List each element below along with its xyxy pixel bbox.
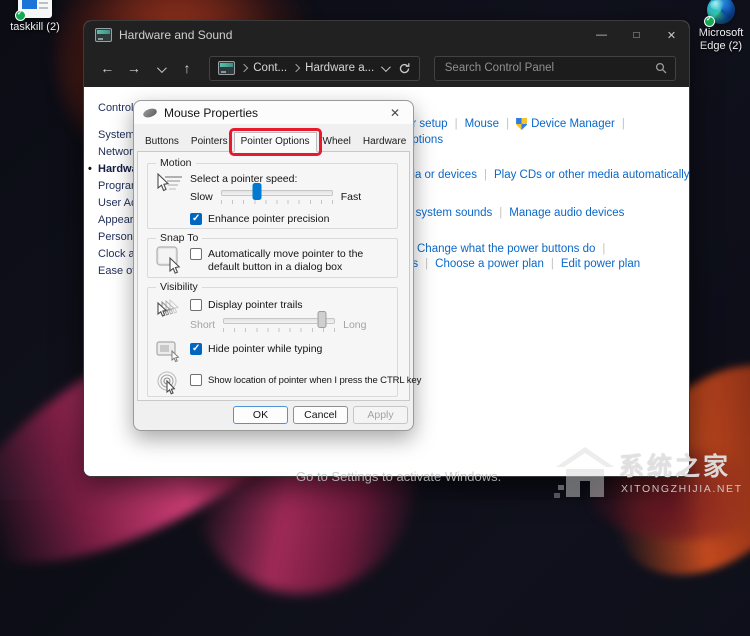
taskkill-file-icon bbox=[15, 0, 52, 21]
address-bar[interactable]: Cont... Hardware a... bbox=[209, 55, 420, 81]
link-choose-power-plan[interactable]: Choose a power plan bbox=[435, 258, 544, 270]
visibility-group: Visibility Display pointer trails Short … bbox=[147, 281, 421, 397]
window-title: Hardware and Sound bbox=[119, 28, 233, 42]
xitongzhijia-watermark-cn: 系统之家 bbox=[619, 453, 732, 481]
tab-pointer-options-label: Pointer Options bbox=[240, 136, 310, 147]
sonar-pointer-icon bbox=[157, 371, 177, 395]
tab-wheel[interactable]: Wheel bbox=[317, 132, 357, 151]
pointer-speed-icon bbox=[157, 173, 182, 192]
sonar-label: Show location of pointer when I press th… bbox=[208, 375, 422, 386]
link-play-cds[interactable]: Play CDs or other media automatically bbox=[494, 169, 689, 181]
dialog-footer: OK Cancel Apply bbox=[134, 401, 413, 430]
forward-button[interactable]: → bbox=[124, 60, 145, 76]
search-icon[interactable] bbox=[655, 62, 667, 74]
breadcrumb-control-panel[interactable]: Cont... bbox=[253, 62, 287, 74]
display-trails-label: Display pointer trails bbox=[208, 299, 303, 311]
minimize-button[interactable]: — bbox=[584, 21, 619, 49]
enhance-precision-checkbox[interactable] bbox=[190, 213, 202, 225]
xitongzhijia-watermark-site: XITONGZHIJIA.NET bbox=[621, 483, 743, 495]
breadcrumb-separator-icon bbox=[240, 63, 249, 73]
pointer-speed-slider[interactable] bbox=[220, 190, 333, 196]
hide-pointer-label: Hide pointer while typing bbox=[208, 343, 323, 355]
link-device-manager[interactable]: Device Manager bbox=[531, 118, 615, 130]
dialog-title: Mouse Properties bbox=[164, 105, 259, 120]
visibility-legend: Visibility bbox=[156, 281, 202, 293]
hide-pointer-icon bbox=[156, 341, 180, 363]
dialog-tab-strip: Buttons Pointers Pointer Options Wheel H… bbox=[134, 124, 413, 156]
dialog-close-icon[interactable]: ✕ bbox=[386, 106, 404, 120]
slider-long-label: Long bbox=[343, 319, 367, 331]
recent-pages-chevron-icon[interactable] bbox=[150, 60, 171, 76]
link-manage-audio-devices[interactable]: Manage audio devices bbox=[509, 207, 624, 219]
slider-slow-label: Slow bbox=[190, 191, 213, 203]
snap-to-icon bbox=[156, 246, 181, 274]
tab-buttons[interactable]: Buttons bbox=[139, 132, 185, 151]
pointer-speed-slider-thumb[interactable] bbox=[252, 183, 262, 200]
trail-length-slider-thumb bbox=[317, 311, 327, 328]
address-dropdown-chevron-icon[interactable] bbox=[380, 61, 391, 72]
hide-pointer-checkbox[interactable] bbox=[190, 343, 202, 355]
slider-tick-marks bbox=[220, 200, 333, 204]
snap-to-checkbox[interactable] bbox=[190, 248, 202, 260]
close-button[interactable]: ✕ bbox=[654, 21, 689, 49]
xitongzhijia-logo bbox=[554, 447, 614, 498]
display-trails-checkbox[interactable] bbox=[190, 299, 202, 311]
sync-check-badge bbox=[704, 15, 715, 27]
snap-to-group: Snap To Automatically move pointer to th… bbox=[147, 232, 398, 278]
slider-short-label: Short bbox=[190, 319, 216, 331]
link-system-sounds[interactable]: e system sounds bbox=[406, 207, 492, 219]
link-media-or-devices[interactable]: dia or devices bbox=[406, 169, 477, 181]
desktop-icon-edge[interactable]: Microsoft Edge (2) bbox=[692, 0, 750, 53]
back-button[interactable]: ← bbox=[97, 60, 118, 76]
slider-fast-label: Fast bbox=[340, 191, 362, 203]
pointer-speed-label: Select a pointer speed: bbox=[190, 173, 298, 185]
navigation-toolbar: ← → ↑ Cont... Hardware a... bbox=[84, 49, 689, 87]
autoplay-links-row: dia or devices | Play CDs or other media… bbox=[406, 169, 689, 181]
window-titlebar[interactable]: Hardware and Sound — □ ✕ bbox=[84, 21, 689, 49]
ok-button[interactable]: OK bbox=[233, 405, 288, 424]
power-links-row-2: ps | Choose a power plan | Edit power pl… bbox=[406, 258, 640, 270]
sonar-checkbox[interactable] bbox=[190, 374, 202, 386]
link-mouse[interactable]: Mouse bbox=[465, 118, 500, 130]
tab-hardware[interactable]: Hardware bbox=[357, 132, 412, 151]
devices-printers-links-row: er setup | Mouse | Device Manager | bbox=[406, 118, 625, 130]
enhance-precision-label: Enhance pointer precision bbox=[208, 213, 330, 225]
control-panel-icon bbox=[95, 28, 112, 42]
snap-to-legend: Snap To bbox=[156, 232, 203, 244]
breadcrumb-hardware-and-sound[interactable]: Hardware a... bbox=[305, 62, 374, 74]
tab-pointers[interactable]: Pointers bbox=[185, 132, 234, 151]
mouse-icon bbox=[142, 106, 158, 119]
desktop-icon-taskkill[interactable]: taskkill (2) bbox=[2, 0, 68, 34]
apply-button: Apply bbox=[353, 405, 408, 424]
refresh-icon[interactable] bbox=[398, 62, 411, 75]
sync-check-badge bbox=[15, 9, 26, 21]
maximize-button[interactable]: □ bbox=[619, 21, 654, 49]
control-panel-icon bbox=[218, 61, 236, 75]
link-edit-power-plan[interactable]: Edit power plan bbox=[561, 258, 640, 270]
power-links-row: | Change what the power buttons do | bbox=[407, 243, 606, 255]
motion-group: Motion Select a pointer speed: Slow Fast… bbox=[147, 157, 398, 229]
breadcrumb-separator-icon bbox=[291, 63, 301, 73]
mouse-properties-dialog: Mouse Properties ✕ Buttons Pointers Poin… bbox=[133, 100, 421, 431]
desktop-icon-label: taskkill (2) bbox=[10, 21, 60, 33]
pointer-trails-icon bbox=[157, 299, 180, 317]
tab-pointer-options[interactable]: Pointer Options bbox=[228, 128, 322, 156]
up-button[interactable]: ↑ bbox=[177, 60, 198, 76]
desktop-icon-label-line1: Microsoft bbox=[698, 27, 744, 39]
link-power-buttons[interactable]: Change what the power buttons do bbox=[417, 243, 595, 255]
sound-links-row: e system sounds | Manage audio devices bbox=[406, 207, 625, 219]
dialog-titlebar[interactable]: Mouse Properties ✕ bbox=[134, 101, 413, 124]
cancel-button[interactable]: Cancel bbox=[293, 405, 348, 424]
edge-logo-icon bbox=[704, 0, 735, 27]
windows-activation-watermark: Go to Settings to activate Windows. bbox=[296, 469, 502, 484]
snap-to-label: Automatically move pointer to the defaul… bbox=[208, 248, 364, 273]
slider-tick-marks bbox=[223, 328, 336, 332]
search-input[interactable] bbox=[442, 61, 656, 75]
pointer-options-tab-panel: Motion Select a pointer speed: Slow Fast… bbox=[137, 151, 421, 401]
search-box[interactable] bbox=[433, 55, 677, 81]
desktop-icon-label-line2: Edge (2) bbox=[699, 40, 743, 52]
uac-shield-icon bbox=[516, 118, 528, 130]
motion-legend: Motion bbox=[156, 157, 196, 169]
